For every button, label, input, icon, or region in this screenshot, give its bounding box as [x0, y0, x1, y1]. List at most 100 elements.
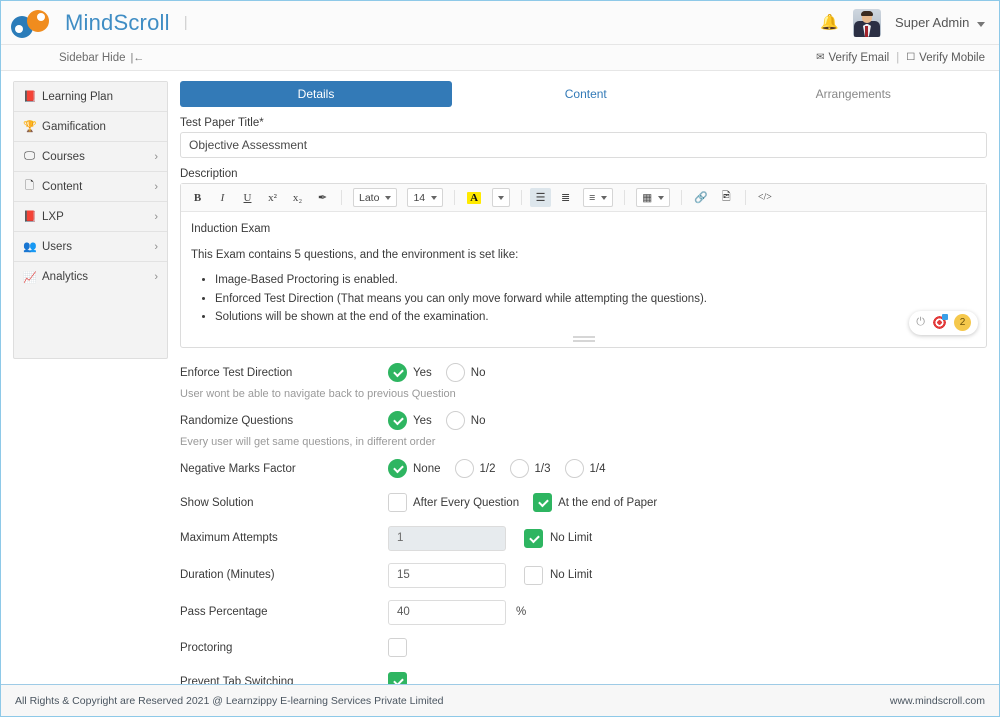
- sidebar-item-content[interactable]: 🗋 Content ›: [14, 172, 167, 202]
- editor-bullet-item: Enforced Test Direction (That means you …: [215, 292, 976, 308]
- checkbox-checked-icon[interactable]: [524, 528, 543, 548]
- italic-button[interactable]: I: [212, 188, 233, 207]
- radio-unselected-icon[interactable]: [445, 411, 465, 431]
- book-icon: 📕: [23, 91, 37, 103]
- verify-mobile-link[interactable]: ☐ Verify Mobile: [906, 52, 985, 64]
- verify-email-link[interactable]: ✉ Verify Email: [816, 52, 889, 64]
- image-icon[interactable]: 🖻: [716, 188, 737, 207]
- user-menu[interactable]: Super Admin: [895, 15, 985, 30]
- text-color-button[interactable]: A: [463, 188, 485, 207]
- mindscroll-logo-icon: [11, 9, 58, 38]
- option-label: 1/4: [589, 462, 606, 475]
- chevron-right-icon: ›: [154, 271, 158, 283]
- show-solution-after-every-question[interactable]: After Every Question: [388, 493, 519, 513]
- avatar[interactable]: [852, 8, 881, 37]
- chevron-down-icon: [385, 195, 392, 200]
- radio-unselected-icon[interactable]: [564, 459, 584, 479]
- sidebar-item-courses[interactable]: 🖵 Courses ›: [14, 142, 167, 172]
- chevron-down-icon: [658, 195, 665, 200]
- radio-selected-icon[interactable]: [388, 459, 407, 479]
- font-size-select[interactable]: 14: [407, 188, 444, 207]
- align-left-icon: ≡: [589, 191, 596, 204]
- brand-name: MindScroll: [65, 9, 170, 35]
- verify-mobile-label: Verify Mobile: [919, 51, 985, 64]
- subscript-button[interactable]: x₂: [287, 188, 308, 207]
- row-randomize-questions: Randomize Questions Yes No: [180, 410, 987, 432]
- bullet-list-icon[interactable]: ☰: [530, 188, 552, 207]
- option-label: 1/2: [479, 462, 496, 475]
- user-name-label: Super Admin: [894, 15, 970, 30]
- radio-unselected-icon[interactable]: [454, 459, 474, 479]
- sidebar-item-gamification[interactable]: 🏆 Gamification: [14, 112, 167, 142]
- editor-content-area[interactable]: Induction Exam This Exam contains 5 ques…: [181, 212, 986, 347]
- font-size-value: 14: [413, 191, 426, 204]
- randomize-no-option[interactable]: No: [445, 411, 485, 431]
- verify-separator: |: [896, 51, 900, 64]
- code-icon[interactable]: </>: [754, 188, 776, 207]
- radio-unselected-icon[interactable]: [445, 363, 465, 383]
- superscript-button[interactable]: x²: [262, 188, 283, 207]
- show-solution-at-end-of-paper[interactable]: At the end of Paper: [533, 493, 657, 513]
- brand-logo[interactable]: MindScroll: [11, 9, 170, 38]
- sidebar-hide-label: Sidebar Hide: [59, 51, 126, 64]
- proctoring-checkbox[interactable]: [388, 638, 407, 658]
- description-label: Description: [180, 168, 238, 180]
- editor-floating-widget: ⏻ 2: [909, 310, 978, 335]
- randomize-questions-options: Yes No: [388, 411, 499, 431]
- test-paper-title-label: Test Paper Title*: [180, 117, 264, 129]
- sidebar-item-analytics[interactable]: 📈 Analytics ›: [14, 262, 167, 292]
- tab-details[interactable]: Details: [180, 81, 452, 107]
- numbered-list-icon[interactable]: ≣: [555, 188, 576, 207]
- sidebar-item-users[interactable]: 👥 Users ›: [14, 232, 167, 262]
- link-icon[interactable]: 🔗: [690, 188, 712, 207]
- row-pass-percentage: Pass Percentage %: [180, 599, 987, 625]
- enforce-yes-option[interactable]: Yes: [388, 363, 432, 383]
- radio-selected-icon[interactable]: [388, 411, 407, 431]
- editor-resize-handle[interactable]: [572, 335, 595, 344]
- checkbox-checked-icon[interactable]: [533, 493, 553, 513]
- enforce-test-direction-label: Enforce Test Direction: [180, 366, 293, 379]
- duration-no-limit[interactable]: No Limit: [524, 565, 592, 585]
- radio-unselected-icon[interactable]: [509, 459, 529, 479]
- radio-selected-icon[interactable]: [388, 363, 407, 383]
- pass-percentage-input[interactable]: [388, 599, 506, 625]
- text-color-dropdown[interactable]: [492, 188, 511, 207]
- sidebar-nav: 📕 Learning Plan 🏆 Gamification 🖵 Courses…: [13, 81, 168, 359]
- maximum-attempts-label: Maximum Attempts: [180, 532, 278, 545]
- collapse-left-icon: |←: [130, 51, 145, 64]
- page-footer: All Rights & Copyright are Reserved 2021…: [1, 684, 999, 716]
- randomize-yes-option[interactable]: Yes: [388, 411, 432, 431]
- target-icon[interactable]: [932, 314, 948, 331]
- tab-arrangements[interactable]: Arrangements: [720, 81, 988, 107]
- bold-button[interactable]: B: [187, 188, 208, 207]
- row-enforce-test-direction: Enforce Test Direction Yes No: [180, 362, 987, 384]
- sidebar-item-lxp[interactable]: 📕 LXP ›: [14, 202, 167, 232]
- negative-quarter-option[interactable]: 1/4: [564, 459, 606, 479]
- maximum-attempts-input[interactable]: [388, 525, 506, 551]
- sidebar-hide-toggle[interactable]: Sidebar Hide |←: [59, 52, 144, 64]
- font-family-value: Lato: [359, 191, 380, 204]
- sidebar-item-learning-plan[interactable]: 📕 Learning Plan: [14, 82, 167, 112]
- option-label: 1/3: [534, 462, 551, 475]
- power-icon[interactable]: ⏻: [916, 316, 925, 329]
- website-link[interactable]: www.mindscroll.com: [890, 695, 985, 707]
- sidebar-item-label: Learning Plan: [42, 90, 113, 103]
- negative-none-option[interactable]: None: [388, 459, 441, 479]
- checkbox-unchecked-icon[interactable]: [524, 565, 543, 585]
- notification-badge[interactable]: 2: [954, 314, 971, 332]
- font-family-select[interactable]: Lato: [353, 188, 398, 207]
- table-dropdown[interactable]: ▦: [636, 188, 671, 207]
- tab-content[interactable]: Content: [452, 81, 720, 107]
- duration-minutes-input[interactable]: [388, 562, 506, 588]
- align-dropdown[interactable]: ≡: [583, 188, 614, 207]
- test-paper-title-input[interactable]: [180, 132, 987, 158]
- negative-half-option[interactable]: 1/2: [454, 459, 496, 479]
- maximum-attempts-no-limit[interactable]: No Limit: [524, 528, 592, 548]
- negative-third-option[interactable]: 1/3: [509, 459, 551, 479]
- eraser-icon[interactable]: ✒: [312, 188, 333, 207]
- negative-marks-options: None 1/2 1/3 1/4: [388, 459, 620, 479]
- enforce-no-option[interactable]: No: [445, 363, 485, 383]
- checkbox-unchecked-icon[interactable]: [388, 493, 407, 513]
- underline-button[interactable]: U: [237, 188, 258, 207]
- bell-icon[interactable]: 🔔: [820, 15, 839, 30]
